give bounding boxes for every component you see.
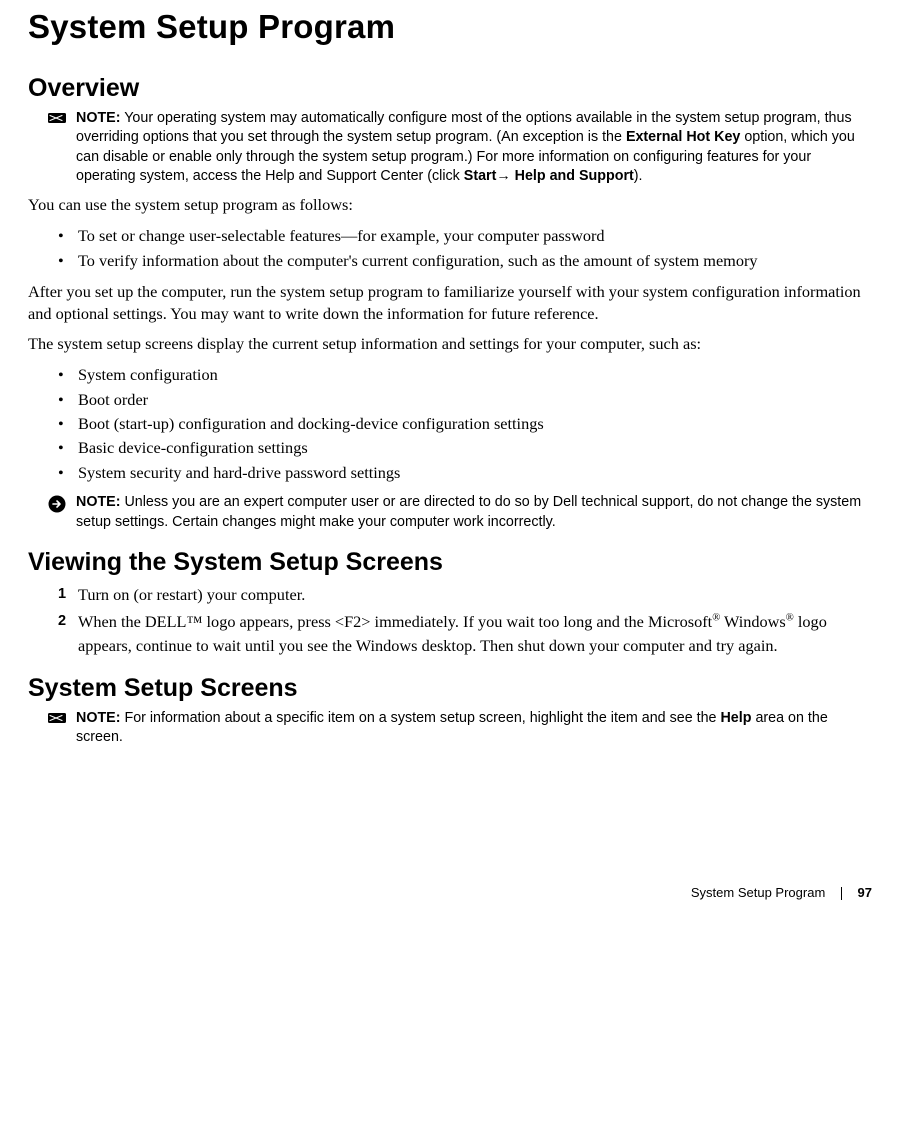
note-label: NOTE: (76, 710, 120, 726)
note-arrow: → (496, 168, 514, 184)
heading-screens: System Setup Screens (28, 674, 872, 703)
note-label: NOTE: (76, 110, 120, 126)
paragraph: You can use the system setup program as … (28, 194, 872, 216)
list-item: Basic device-configuration settings (58, 436, 872, 460)
list-item: To verify information about the computer… (58, 249, 872, 273)
paragraph: After you set up the computer, run the s… (28, 281, 872, 325)
note-text: Unless you are an expert computer user o… (76, 494, 861, 529)
list-item: Turn on (or restart) your computer. (58, 583, 872, 607)
list-item: System security and hard-drive password … (58, 461, 872, 485)
bullet-list: To set or change user-selectable feature… (28, 224, 872, 273)
heading-overview: Overview (28, 74, 872, 103)
note-overview-1: NOTE: Your operating system may automati… (28, 109, 872, 186)
bullet-list: System configuration Boot order Boot (st… (28, 363, 872, 485)
page-number: 97 (858, 885, 872, 900)
list-item: System configuration (58, 363, 872, 387)
heading-viewing: Viewing the System Setup Screens (28, 548, 872, 577)
note-bold: Help and Support (515, 168, 634, 184)
note-icon (48, 111, 66, 125)
page-footer: System Setup Program 97 (0, 885, 900, 920)
arrow-right-icon (48, 495, 66, 509)
step-text: When the DELL™ logo appears, press <F2> … (78, 612, 712, 631)
note-bold: External Hot Key (626, 129, 740, 145)
registered-mark: ® (786, 613, 794, 624)
note-label: NOTE: (76, 494, 120, 510)
note-text: For information about a specific item on… (120, 710, 720, 726)
page-title: System Setup Program (28, 8, 872, 46)
list-item: Boot order (58, 388, 872, 412)
footer-section: System Setup Program (691, 885, 825, 900)
step-text: Windows (720, 612, 786, 631)
page-content: System Setup Program Overview NOTE: Your… (0, 8, 900, 775)
note-overview-2: NOTE: Unless you are an expert computer … (28, 493, 872, 532)
note-bold: Start (464, 168, 497, 184)
list-item: When the DELL™ logo appears, press <F2> … (58, 610, 872, 657)
note-screens: NOTE: For information about a specific i… (28, 709, 872, 748)
numbered-list: Turn on (or restart) your computer. When… (28, 583, 872, 658)
list-item: Boot (start-up) configuration and dockin… (58, 412, 872, 436)
paragraph: The system setup screens display the cur… (28, 333, 872, 355)
list-item: To set or change user-selectable feature… (58, 224, 872, 248)
footer-divider (841, 887, 842, 900)
note-icon (48, 711, 66, 725)
note-bold: Help (720, 710, 751, 726)
note-text: ). (634, 168, 643, 184)
